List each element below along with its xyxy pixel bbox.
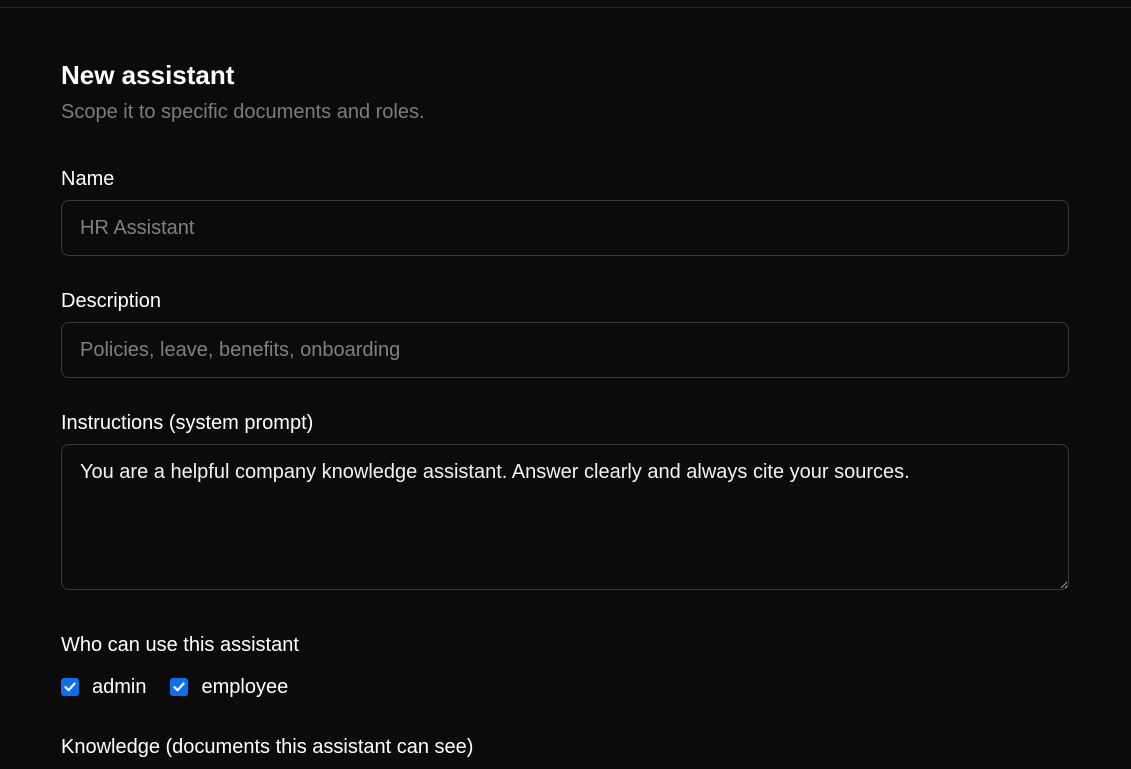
page-subtitle: Scope it to specific documents and roles… bbox=[61, 101, 425, 123]
role-label-admin: admin bbox=[92, 675, 147, 698]
page-title: New assistant bbox=[61, 60, 235, 90]
top-bar bbox=[0, 0, 1131, 8]
name-input[interactable] bbox=[61, 200, 1069, 256]
checkbox-checked-icon[interactable] bbox=[170, 678, 189, 696]
knowledge-label: Knowledge (documents this assistant can … bbox=[61, 736, 474, 758]
instructions-textarea[interactable]: You are a helpful company knowledge assi… bbox=[61, 444, 1069, 590]
role-checkboxes: admin employee bbox=[61, 675, 312, 699]
name-label: Name bbox=[61, 168, 115, 190]
description-label: Description bbox=[61, 290, 162, 312]
instructions-label: Instructions (system prompt) bbox=[61, 412, 314, 434]
access-label: Who can use this assistant bbox=[61, 634, 299, 656]
checkbox-checked-icon[interactable] bbox=[61, 678, 79, 696]
role-checkbox-employee[interactable]: employee bbox=[170, 676, 288, 699]
description-input[interactable] bbox=[61, 322, 1069, 378]
role-checkbox-admin[interactable]: admin bbox=[61, 676, 146, 699]
role-label-employee: employee bbox=[201, 675, 289, 698]
